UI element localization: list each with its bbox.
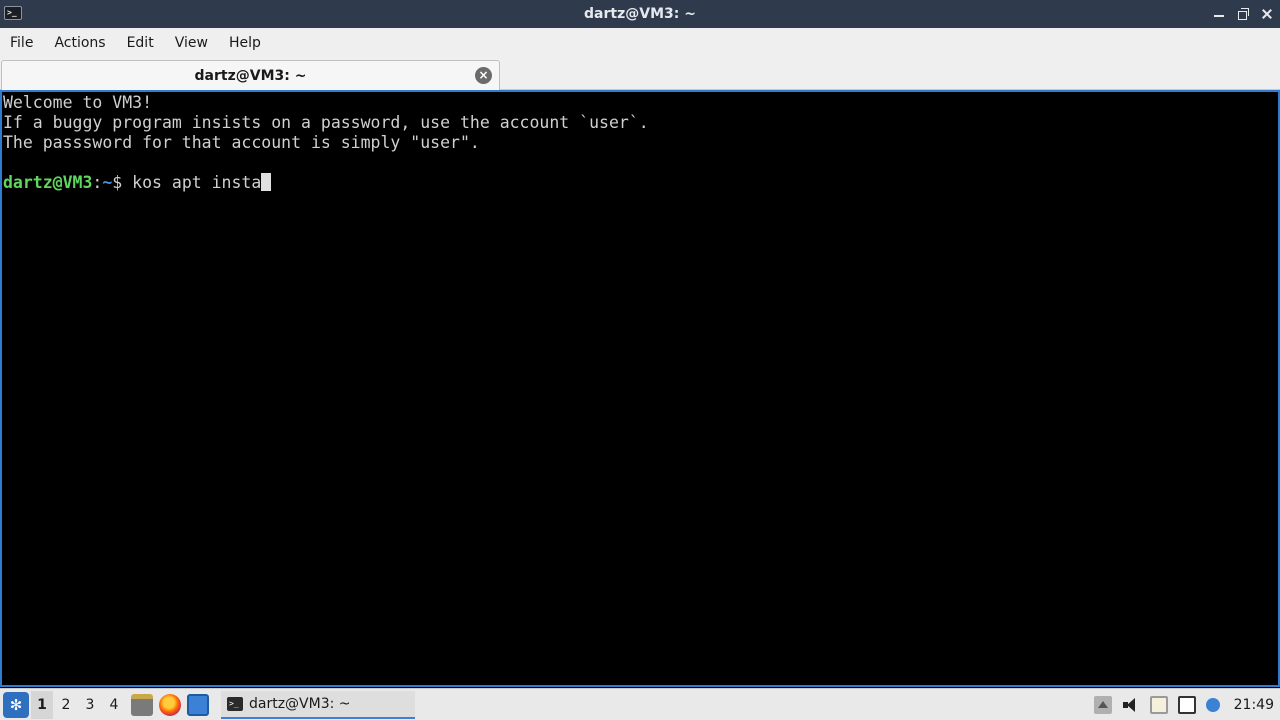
menu-bar: File Actions Edit View Help — [0, 28, 1280, 58]
terminal-line: Welcome to VM3! — [3, 93, 153, 112]
terminal-output[interactable]: Welcome to VM3! If a buggy program insis… — [0, 90, 1280, 687]
firefox-icon[interactable] — [159, 693, 181, 716]
close-button[interactable] — [1260, 7, 1274, 21]
desktop-icon[interactable] — [187, 693, 209, 716]
volume-icon[interactable] — [1122, 696, 1140, 714]
update-icon[interactable] — [1205, 698, 1220, 712]
tab-label: dartz@VM3: ~ — [194, 67, 307, 84]
terminal-icon: >_ — [4, 6, 22, 20]
prompt-separator: : — [92, 173, 103, 192]
prompt-path: ~ — [102, 173, 113, 192]
terminal-line: If a buggy program insists on a password… — [3, 113, 649, 132]
tab-terminal[interactable]: dartz@VM3: ~ × — [1, 60, 500, 90]
task-terminal-button[interactable]: >_ dartz@VM3: ~ — [221, 690, 415, 719]
taskbar: ✻ 1 2 3 4 >_ dartz@VM3: ~ 21:49 — [0, 688, 1280, 720]
menu-file[interactable]: File — [2, 28, 41, 58]
start-menu-button[interactable]: ✻ — [3, 691, 29, 718]
window-controls — [1212, 0, 1274, 28]
desktop-3-button[interactable]: 3 — [79, 691, 101, 719]
text-cursor — [261, 173, 272, 191]
desktop-4-button[interactable]: 4 — [103, 691, 125, 719]
clipboard-icon[interactable] — [1149, 696, 1168, 714]
tab-bar: dartz@VM3: ~ × — [0, 58, 1280, 90]
network-icon[interactable] — [1177, 696, 1196, 714]
prompt-command: kos apt insta — [122, 173, 262, 192]
window-title: dartz@VM3: ~ — [584, 6, 696, 22]
up-arrow-icon[interactable] — [1093, 696, 1112, 714]
desktop-1-button[interactable]: 1 — [31, 690, 53, 719]
minimize-button[interactable] — [1212, 7, 1226, 21]
menu-edit[interactable]: Edit — [119, 28, 162, 58]
menu-help[interactable]: Help — [221, 28, 269, 58]
prompt-user-host: dartz@VM3 — [3, 173, 93, 192]
prompt-line[interactable]: dartz@VM3:~$ kos apt insta — [3, 173, 1278, 193]
desktop-2-button[interactable]: 2 — [55, 691, 77, 719]
window-titlebar[interactable]: >_ dartz@VM3: ~ — [0, 0, 1280, 28]
task-label: dartz@VM3: ~ — [249, 695, 351, 712]
close-circle-icon[interactable]: × — [475, 67, 492, 84]
files-icon[interactable] — [131, 693, 153, 716]
prompt-symbol: $ — [112, 173, 123, 192]
menu-view[interactable]: View — [167, 28, 216, 58]
clock[interactable]: 21:49 — [1234, 697, 1274, 713]
maximize-button[interactable] — [1236, 7, 1250, 21]
terminal-icon: >_ — [227, 696, 243, 711]
system-tray: 21:49 — [1093, 689, 1280, 720]
menu-actions[interactable]: Actions — [46, 28, 113, 58]
terminal-line: The passsword for that account is simply… — [3, 133, 480, 152]
